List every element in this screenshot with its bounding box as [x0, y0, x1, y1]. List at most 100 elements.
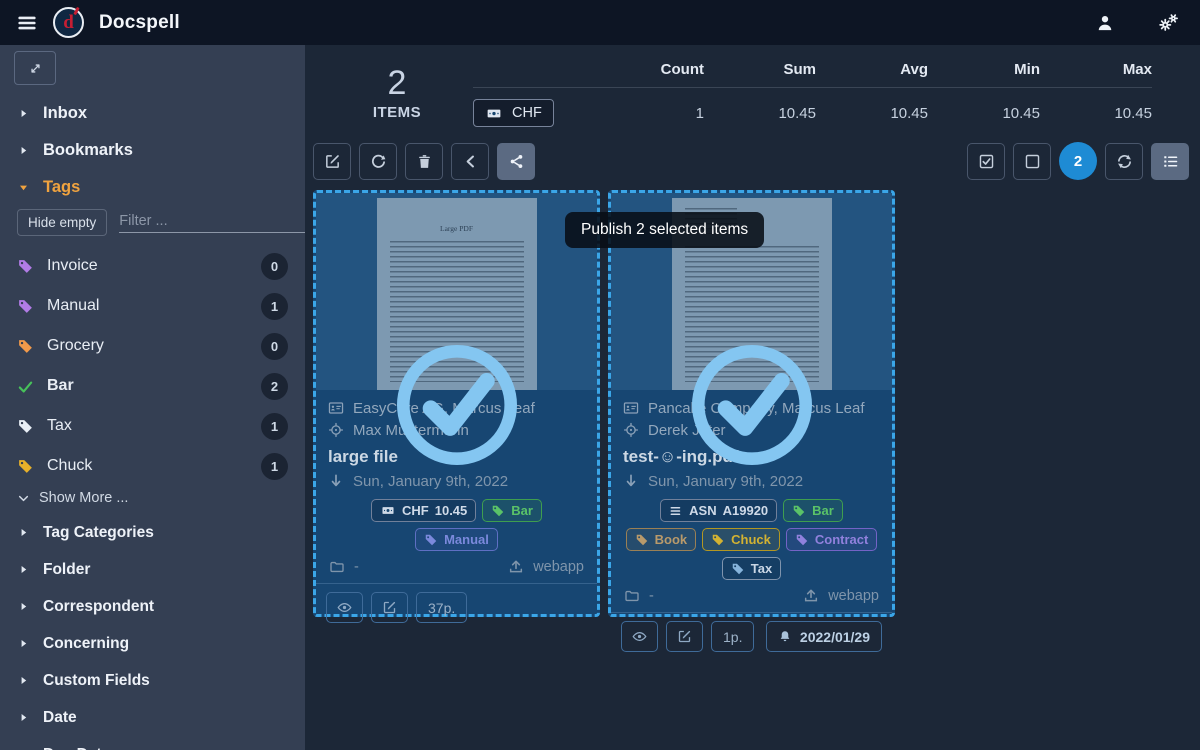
bell-icon	[778, 629, 792, 644]
sidebar-item-date[interactable]: Date	[0, 699, 305, 736]
tag-item-chuck[interactable]: Chuck 1	[0, 446, 305, 486]
item-card-test-ing-pdf[interactable]: Pancake Company, Marcus Leaf Derek Jeter…	[608, 190, 895, 617]
item-list-area: 2 ITEMS Count Sum Avg Min Max CHF	[305, 45, 1200, 750]
caret-down-icon	[17, 181, 30, 194]
item-card-list: Large PDF EasyCare AG, Marcus Leaf Max M…	[313, 190, 1200, 617]
currency-summary-table: Count Sum Avg Min Max CHF 1 10.45 1	[473, 61, 1152, 127]
tag-badge-bar: Bar	[482, 499, 542, 522]
tag-item-bar[interactable]: Bar 2	[0, 366, 305, 406]
concerning-line: Derek Jeter	[623, 419, 880, 441]
caret-right-icon	[17, 600, 30, 613]
sidebar-item-concerning[interactable]: Concerning	[0, 625, 305, 662]
tag-item-invoice[interactable]: Invoice 0	[0, 246, 305, 286]
tag-item-manual[interactable]: Manual 1	[0, 286, 305, 326]
column-header: Avg	[816, 61, 928, 78]
bars-icon	[669, 504, 683, 518]
tag-filter-input[interactable]	[119, 213, 305, 229]
item-count-value: 2	[361, 65, 433, 102]
id-card-icon	[623, 400, 639, 416]
tag-icon	[17, 298, 34, 315]
correspondent-line: EasyCare AG, Marcus Leaf	[328, 397, 585, 419]
eye-icon	[632, 629, 647, 644]
show-more-tags[interactable]: Show More ...	[0, 486, 305, 514]
settings-gears-icon[interactable]	[1156, 12, 1180, 34]
reprocess-items-button[interactable]	[359, 143, 397, 180]
caret-right-icon	[17, 144, 30, 157]
sidebar-item-correspondent[interactable]: Correspondent	[0, 588, 305, 625]
publish-tooltip: Publish 2 selected items	[565, 212, 764, 248]
select-all-button[interactable]	[967, 143, 1005, 180]
less-than-icon	[462, 153, 479, 170]
column-header: Max	[1040, 61, 1152, 78]
edit-icon	[677, 629, 692, 644]
column-header: Count	[592, 61, 704, 78]
money-icon	[380, 504, 396, 517]
item-date-line: Sun, January 9th, 2022	[328, 470, 585, 492]
asn-badge: ASN A19920	[660, 499, 777, 522]
collapse-sidebar-button[interactable]	[14, 51, 56, 85]
sidebar-item-custom-fields[interactable]: Custom Fields	[0, 662, 305, 699]
multi-select-toolbar: 2	[313, 142, 1189, 180]
table-row: CHF 1 10.45 10.45 10.45 10.45	[473, 88, 1152, 127]
tag-icon	[17, 338, 34, 355]
sidebar-item-tags[interactable]: Tags	[0, 169, 305, 206]
tag-badge-contract: Contract	[786, 528, 877, 551]
tag-count-badge: 0	[261, 333, 288, 360]
item-title: large file	[328, 441, 585, 470]
tag-count-badge: 0	[261, 253, 288, 280]
item-count-label: ITEMS	[361, 104, 433, 121]
arrow-down-icon	[328, 473, 344, 489]
sidebar-item-inbox[interactable]: Inbox	[0, 95, 305, 132]
arrow-down-icon	[623, 473, 639, 489]
edit-item-button[interactable]	[371, 592, 408, 623]
tag-item-grocery[interactable]: Grocery 0	[0, 326, 305, 366]
edit-items-button[interactable]	[313, 143, 351, 180]
page-count-badge: 37p.	[416, 592, 467, 623]
list-view-toggle-button[interactable]	[1151, 143, 1189, 180]
folder-info: -	[624, 588, 654, 604]
item-card-large-file[interactable]: Large PDF EasyCare AG, Marcus Leaf Max M…	[313, 190, 600, 617]
refresh-button[interactable]	[1105, 143, 1143, 180]
card-footer: 1p. 2022/01/29	[611, 612, 892, 661]
caret-right-icon	[17, 563, 30, 576]
menu-icon[interactable]	[16, 12, 38, 34]
caret-right-icon	[17, 674, 30, 687]
tag-icon	[731, 562, 745, 576]
crosshair-icon	[328, 422, 344, 438]
tag-item-tax[interactable]: Tax 1	[0, 406, 305, 446]
preview-button[interactable]	[326, 592, 363, 623]
edit-item-button[interactable]	[666, 621, 703, 652]
sidebar-item-folder[interactable]: Folder	[0, 551, 305, 588]
delete-items-button[interactable]	[405, 143, 443, 180]
tag-icon	[17, 258, 34, 275]
merge-items-button[interactable]	[451, 143, 489, 180]
publish-items-button[interactable]	[497, 143, 535, 180]
crosshair-icon	[623, 422, 639, 438]
tag-icon	[424, 533, 438, 547]
redo-icon	[370, 153, 387, 170]
sidebar-item-bookmarks[interactable]: Bookmarks	[0, 132, 305, 169]
folder-icon	[624, 588, 640, 604]
item-title: test-☺-ing.pdf	[623, 441, 880, 470]
item-date-line: Sun, January 9th, 2022	[623, 470, 880, 492]
docspell-logo: d	[53, 7, 84, 38]
sidebar-item-tag-categories[interactable]: Tag Categories	[0, 514, 305, 551]
tag-badge-chuck: Chuck	[702, 528, 780, 551]
deselect-all-button[interactable]	[1013, 143, 1051, 180]
max-value: 10.45	[1040, 105, 1152, 122]
tag-icon	[17, 418, 34, 435]
edit-icon	[382, 600, 397, 615]
tag-badge-bar: Bar	[783, 499, 843, 522]
tag-badge-tax: Tax	[722, 557, 781, 580]
preview-button[interactable]	[621, 621, 658, 652]
item-count-stat: 2 ITEMS	[361, 65, 433, 121]
user-icon[interactable]	[1095, 13, 1115, 33]
sidebar-item-due-date[interactable]: Due Date	[0, 736, 305, 750]
list-icon	[1162, 153, 1179, 170]
avg-value: 10.45	[816, 105, 928, 122]
hide-empty-button[interactable]: Hide empty	[17, 209, 107, 236]
search-sidebar: Inbox Bookmarks Tags Hide empty Invoice …	[0, 45, 305, 750]
search-stats: 2 ITEMS Count Sum Avg Min Max CHF	[305, 45, 1200, 127]
upload-icon	[508, 559, 524, 575]
tag-icon	[711, 533, 725, 547]
